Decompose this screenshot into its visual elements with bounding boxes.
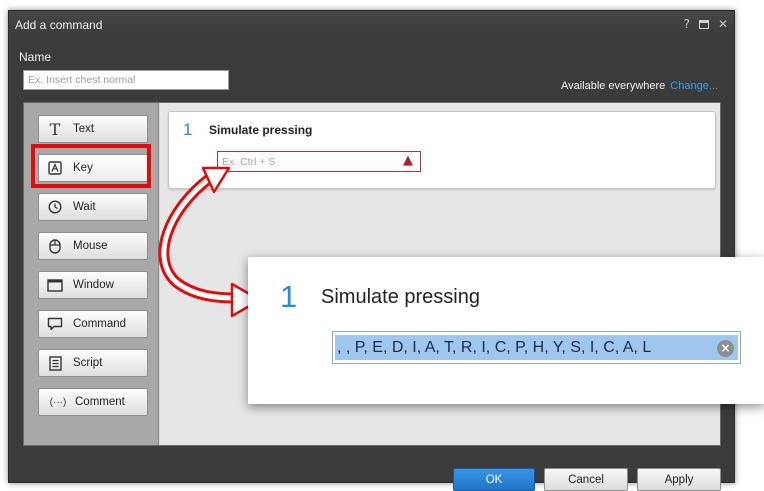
zoom-step-number: 1 (280, 279, 298, 314)
zoom-step-title: Simulate pressing (321, 286, 480, 308)
zoomed-step-panel: 1 Simulate pressing , , P, E, D, I, A, T… (248, 257, 764, 404)
zoom-key-input[interactable]: , , P, E, D, I, A, T, R, I, C, P, H, Y, … (332, 331, 741, 364)
annotation-arrow-icon (158, 166, 262, 318)
clear-icon[interactable]: × (717, 340, 734, 357)
zoom-key-value: , , P, E, D, I, A, T, R, I, C, P, H, Y, … (335, 335, 738, 360)
